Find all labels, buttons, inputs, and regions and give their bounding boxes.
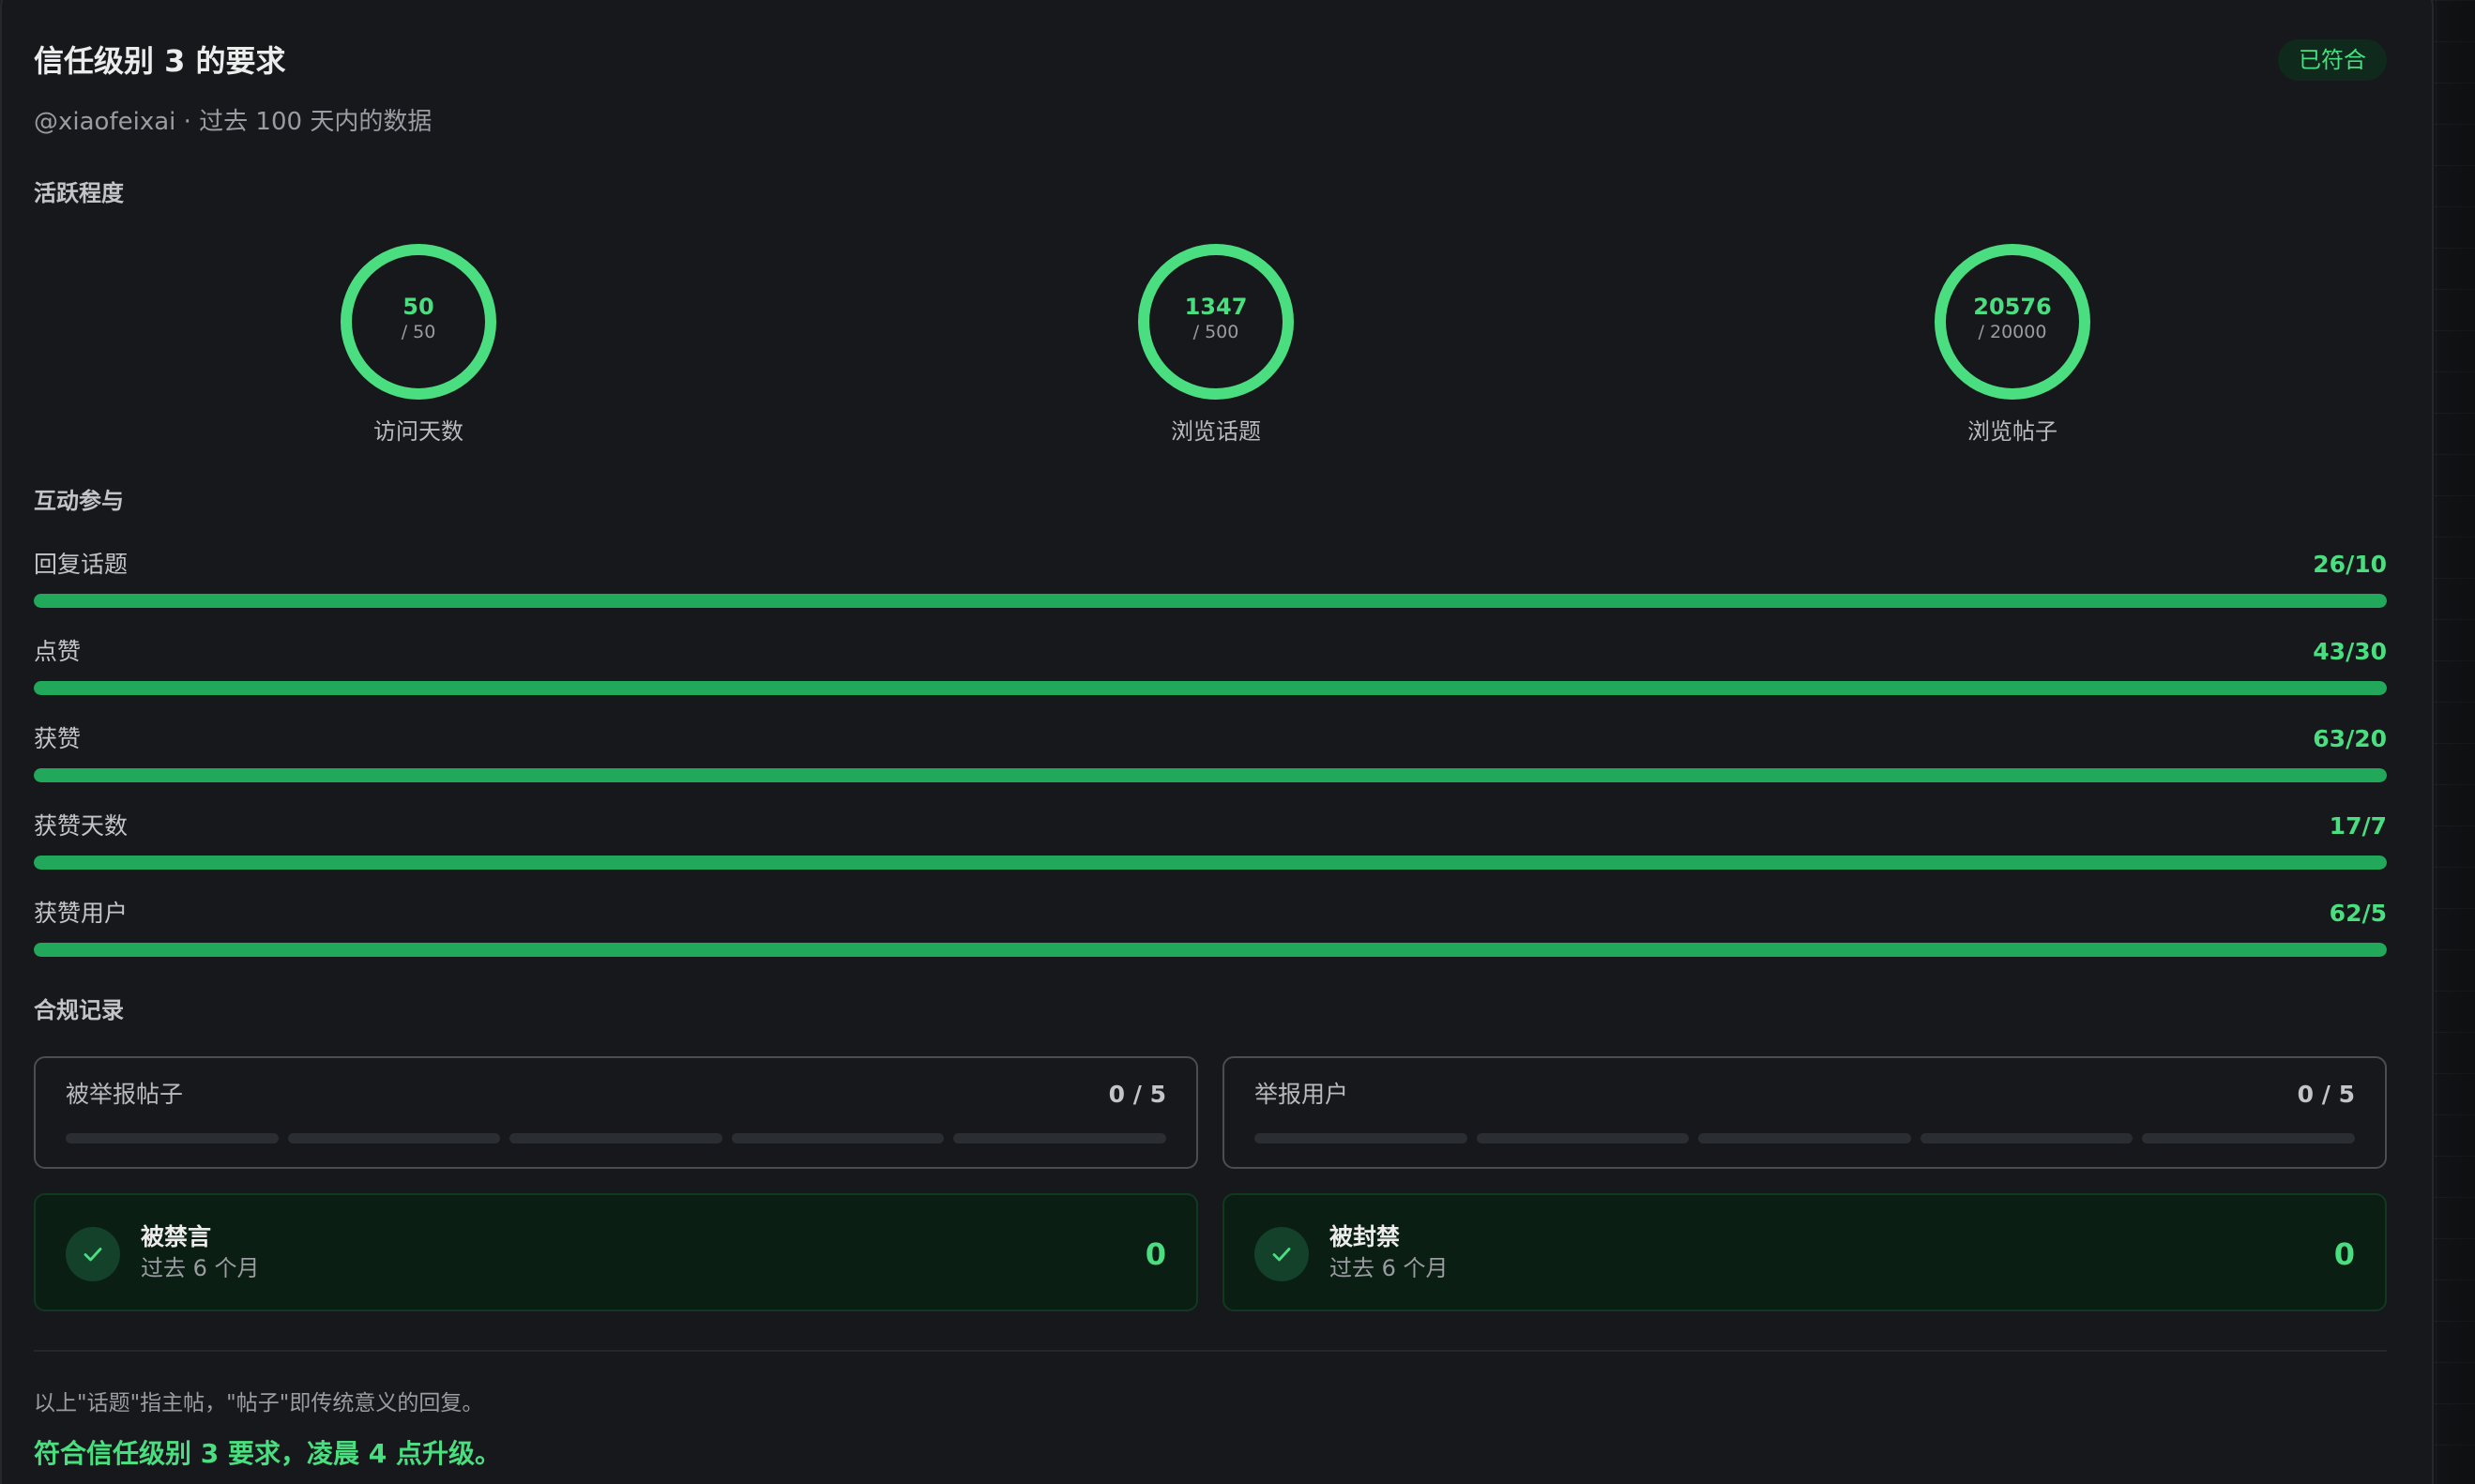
suspended-period: 过去 6 个月 xyxy=(1329,1255,1449,1281)
bar-liked-users: 获赞用户 62/5 xyxy=(34,898,2387,965)
box-count: 0 / 5 xyxy=(1108,1081,1166,1108)
box-label: 被举报帖子 xyxy=(66,1081,184,1108)
bar-value: 62/5 xyxy=(2329,900,2387,927)
meter-segment xyxy=(66,1133,279,1143)
progress-fill xyxy=(34,856,2387,870)
progress-track xyxy=(34,943,2387,957)
ring-target: / 50 xyxy=(401,322,436,342)
box-label: 举报用户 xyxy=(1254,1081,1349,1108)
meter-segment xyxy=(1476,1133,1690,1143)
suspended-title: 被封禁 xyxy=(1329,1223,1401,1250)
check-icon xyxy=(66,1227,120,1281)
suspended-count: 0 xyxy=(2333,1236,2355,1272)
progress-track xyxy=(34,594,2387,608)
reported-posts-box: 被举报帖子 0 / 5 xyxy=(34,1056,1198,1169)
progress-track xyxy=(34,768,2387,782)
bar-label: 获赞用户 xyxy=(34,900,129,927)
bar-label: 点赞 xyxy=(34,638,82,665)
progress-track xyxy=(34,856,2387,870)
card-content: 信任级别 3 的要求 已符合 @xiaofeixai · 过去 100 天内的数… xyxy=(34,0,2387,1484)
meter-segment xyxy=(953,1133,1166,1143)
silenced-count: 0 xyxy=(1145,1236,1166,1272)
status-badge: 已符合 xyxy=(2278,39,2387,81)
meter-segment xyxy=(509,1133,722,1143)
page-subtitle: @xiaofeixai · 过去 100 天内的数据 xyxy=(34,108,433,136)
bar-label: 回复话题 xyxy=(34,551,129,578)
divider xyxy=(34,1350,2387,1352)
bar-likes-given: 点赞 43/30 xyxy=(34,636,2387,704)
ring-target: / 20000 xyxy=(1978,322,2047,342)
section-title-interaction: 互动参与 xyxy=(34,488,124,514)
check-icon xyxy=(1254,1227,1309,1281)
page-title: 信任级别 3 的要求 xyxy=(34,43,286,79)
page-background: 信任级别 3 的要求 已符合 @xiaofeixai · 过去 100 天内的数… xyxy=(0,0,2475,1484)
silenced-box: 被禁言 过去 6 个月 0 xyxy=(34,1193,1198,1311)
progress-fill xyxy=(34,681,2387,695)
suspended-box: 被封禁 过去 6 个月 0 xyxy=(1222,1193,2387,1311)
bar-value: 26/10 xyxy=(2313,551,2387,578)
meter-segment xyxy=(2142,1133,2355,1143)
bar-label: 获赞 xyxy=(34,725,82,752)
silenced-period: 过去 6 个月 xyxy=(141,1255,260,1281)
progress-fill xyxy=(34,594,2387,608)
ring-target: / 500 xyxy=(1192,322,1239,342)
bar-liked-days: 获赞天数 17/7 xyxy=(34,810,2387,878)
section-title-activity: 活跃程度 xyxy=(34,180,124,206)
bar-likes-received: 获赞 63/20 xyxy=(34,723,2387,791)
bar-value: 17/7 xyxy=(2329,812,2387,840)
ring-value: 50 xyxy=(402,294,434,320)
ring-topics-viewed: 1347 / 500 浏览话题 xyxy=(1103,242,1329,467)
footnote: 以上"话题"指主帖，"帖子"即传统意义的回复。 xyxy=(34,1391,484,1416)
ring-visit-days: 50 / 50 访问天数 xyxy=(306,242,531,467)
progress-fill xyxy=(34,943,2387,957)
segment-meter xyxy=(66,1133,1166,1143)
meter-segment xyxy=(1698,1133,1911,1143)
meter-segment xyxy=(1920,1133,2133,1143)
progress-track xyxy=(34,681,2387,695)
ring-label: 浏览话题 xyxy=(1171,418,1261,445)
meter-segment xyxy=(287,1133,501,1143)
bar-label: 获赞天数 xyxy=(34,812,129,840)
window-edge xyxy=(2434,0,2475,1484)
ring-label: 浏览帖子 xyxy=(1967,418,2057,445)
silenced-title: 被禁言 xyxy=(141,1223,212,1250)
ring-value: 1347 xyxy=(1184,294,1248,320)
ring-label: 访问天数 xyxy=(373,418,463,445)
ring-value: 20576 xyxy=(1973,294,2052,320)
bar-value: 63/20 xyxy=(2313,725,2387,752)
meter-segment xyxy=(1254,1133,1467,1143)
meter-segment xyxy=(731,1133,945,1143)
segment-meter xyxy=(1254,1133,2355,1143)
bar-replies: 回复话题 26/10 xyxy=(34,549,2387,616)
ring-posts-read: 20576 / 20000 浏览帖子 xyxy=(1900,242,2125,467)
bar-value: 43/30 xyxy=(2313,638,2387,665)
reported-users-box: 举报用户 0 / 5 xyxy=(1222,1056,2387,1169)
progress-fill xyxy=(34,768,2387,782)
section-title-compliance: 合规记录 xyxy=(34,997,124,1023)
upgrade-status: 符合信任级别 3 要求，凌晨 4 点升级。 xyxy=(34,1438,501,1469)
box-count: 0 / 5 xyxy=(2297,1081,2355,1108)
card-header: 信任级别 3 的要求 已符合 xyxy=(34,38,2387,84)
